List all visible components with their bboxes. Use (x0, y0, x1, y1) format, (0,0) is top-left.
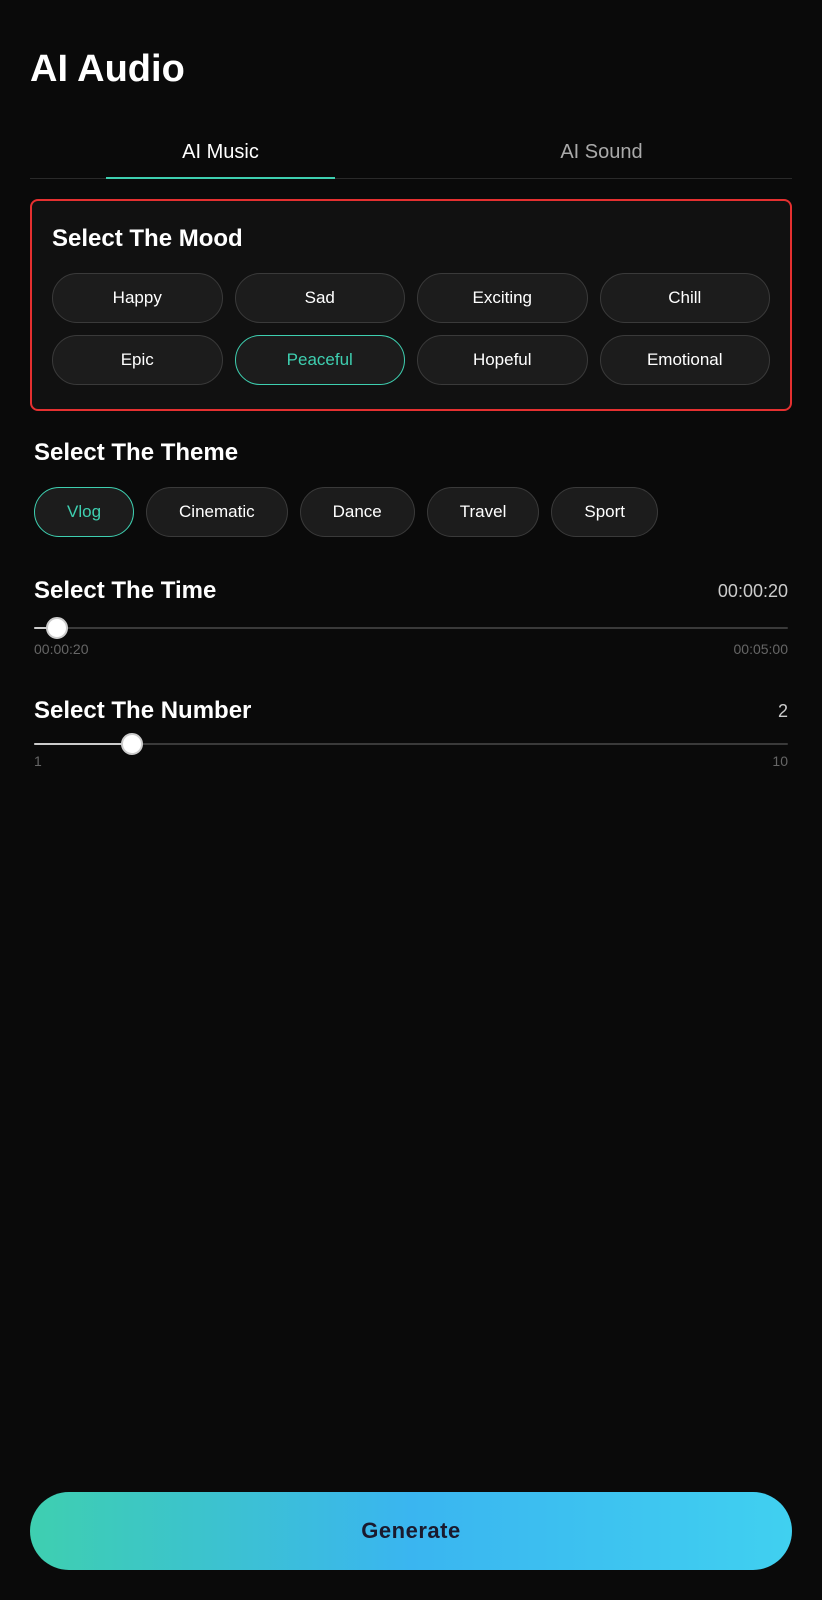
time-section-title: Select The Time (34, 577, 216, 605)
page-title: AI Audio (30, 48, 792, 91)
mood-btn-chill[interactable]: Chill (600, 273, 771, 323)
mood-section-title: Select The Mood (52, 225, 770, 253)
time-section: Select The Time 00:00:20 00:00:20 00:05:… (30, 577, 792, 657)
mood-btn-sad[interactable]: Sad (235, 273, 406, 323)
tabs-bar: AI Music AI Sound (30, 127, 792, 179)
number-max-label: 10 (772, 753, 788, 769)
theme-btn-travel[interactable]: Travel (427, 487, 540, 537)
mood-btn-epic[interactable]: Epic (52, 335, 223, 385)
number-section-title: Select The Number (34, 697, 251, 725)
number-current-value: 2 (778, 701, 788, 722)
time-min-label: 00:00:20 (34, 641, 89, 657)
time-slider-labels: 00:00:20 00:05:00 (34, 641, 788, 657)
time-section-header: Select The Time 00:00:20 (34, 577, 788, 605)
mood-section: Select The Mood Happy Sad Exciting Chill… (30, 199, 792, 411)
time-current-value: 00:00:20 (718, 581, 788, 602)
generate-button[interactable]: Generate (30, 1492, 792, 1570)
number-slider-track (34, 743, 788, 745)
theme-section-title: Select The Theme (34, 439, 788, 467)
number-slider-thumb (121, 733, 143, 755)
theme-btn-sport[interactable]: Sport (551, 487, 658, 537)
mood-btn-peaceful[interactable]: Peaceful (235, 335, 406, 385)
time-max-label: 00:05:00 (734, 641, 789, 657)
time-slider-container (34, 623, 788, 633)
theme-section: Select The Theme Vlog Cinematic Dance Tr… (30, 439, 792, 537)
number-slider-labels: 1 10 (34, 753, 788, 769)
mood-btn-hopeful[interactable]: Hopeful (417, 335, 588, 385)
generate-btn-container: Generate (30, 1492, 792, 1570)
theme-btn-cinematic[interactable]: Cinematic (146, 487, 288, 537)
mood-btn-happy[interactable]: Happy (52, 273, 223, 323)
tab-ai-sound[interactable]: AI Sound (411, 127, 792, 178)
mood-btn-exciting[interactable]: Exciting (417, 273, 588, 323)
time-slider-track (34, 627, 788, 629)
theme-btn-vlog[interactable]: Vlog (34, 487, 134, 537)
number-min-label: 1 (34, 753, 42, 769)
theme-button-grid: Vlog Cinematic Dance Travel Sport (34, 487, 788, 537)
number-section: Select The Number 2 1 10 (30, 697, 792, 769)
number-section-header: Select The Number 2 (34, 697, 788, 725)
tab-ai-music[interactable]: AI Music (30, 127, 411, 178)
mood-btn-emotional[interactable]: Emotional (600, 335, 771, 385)
mood-button-grid: Happy Sad Exciting Chill Epic Peaceful H… (52, 273, 770, 385)
theme-btn-dance[interactable]: Dance (300, 487, 415, 537)
